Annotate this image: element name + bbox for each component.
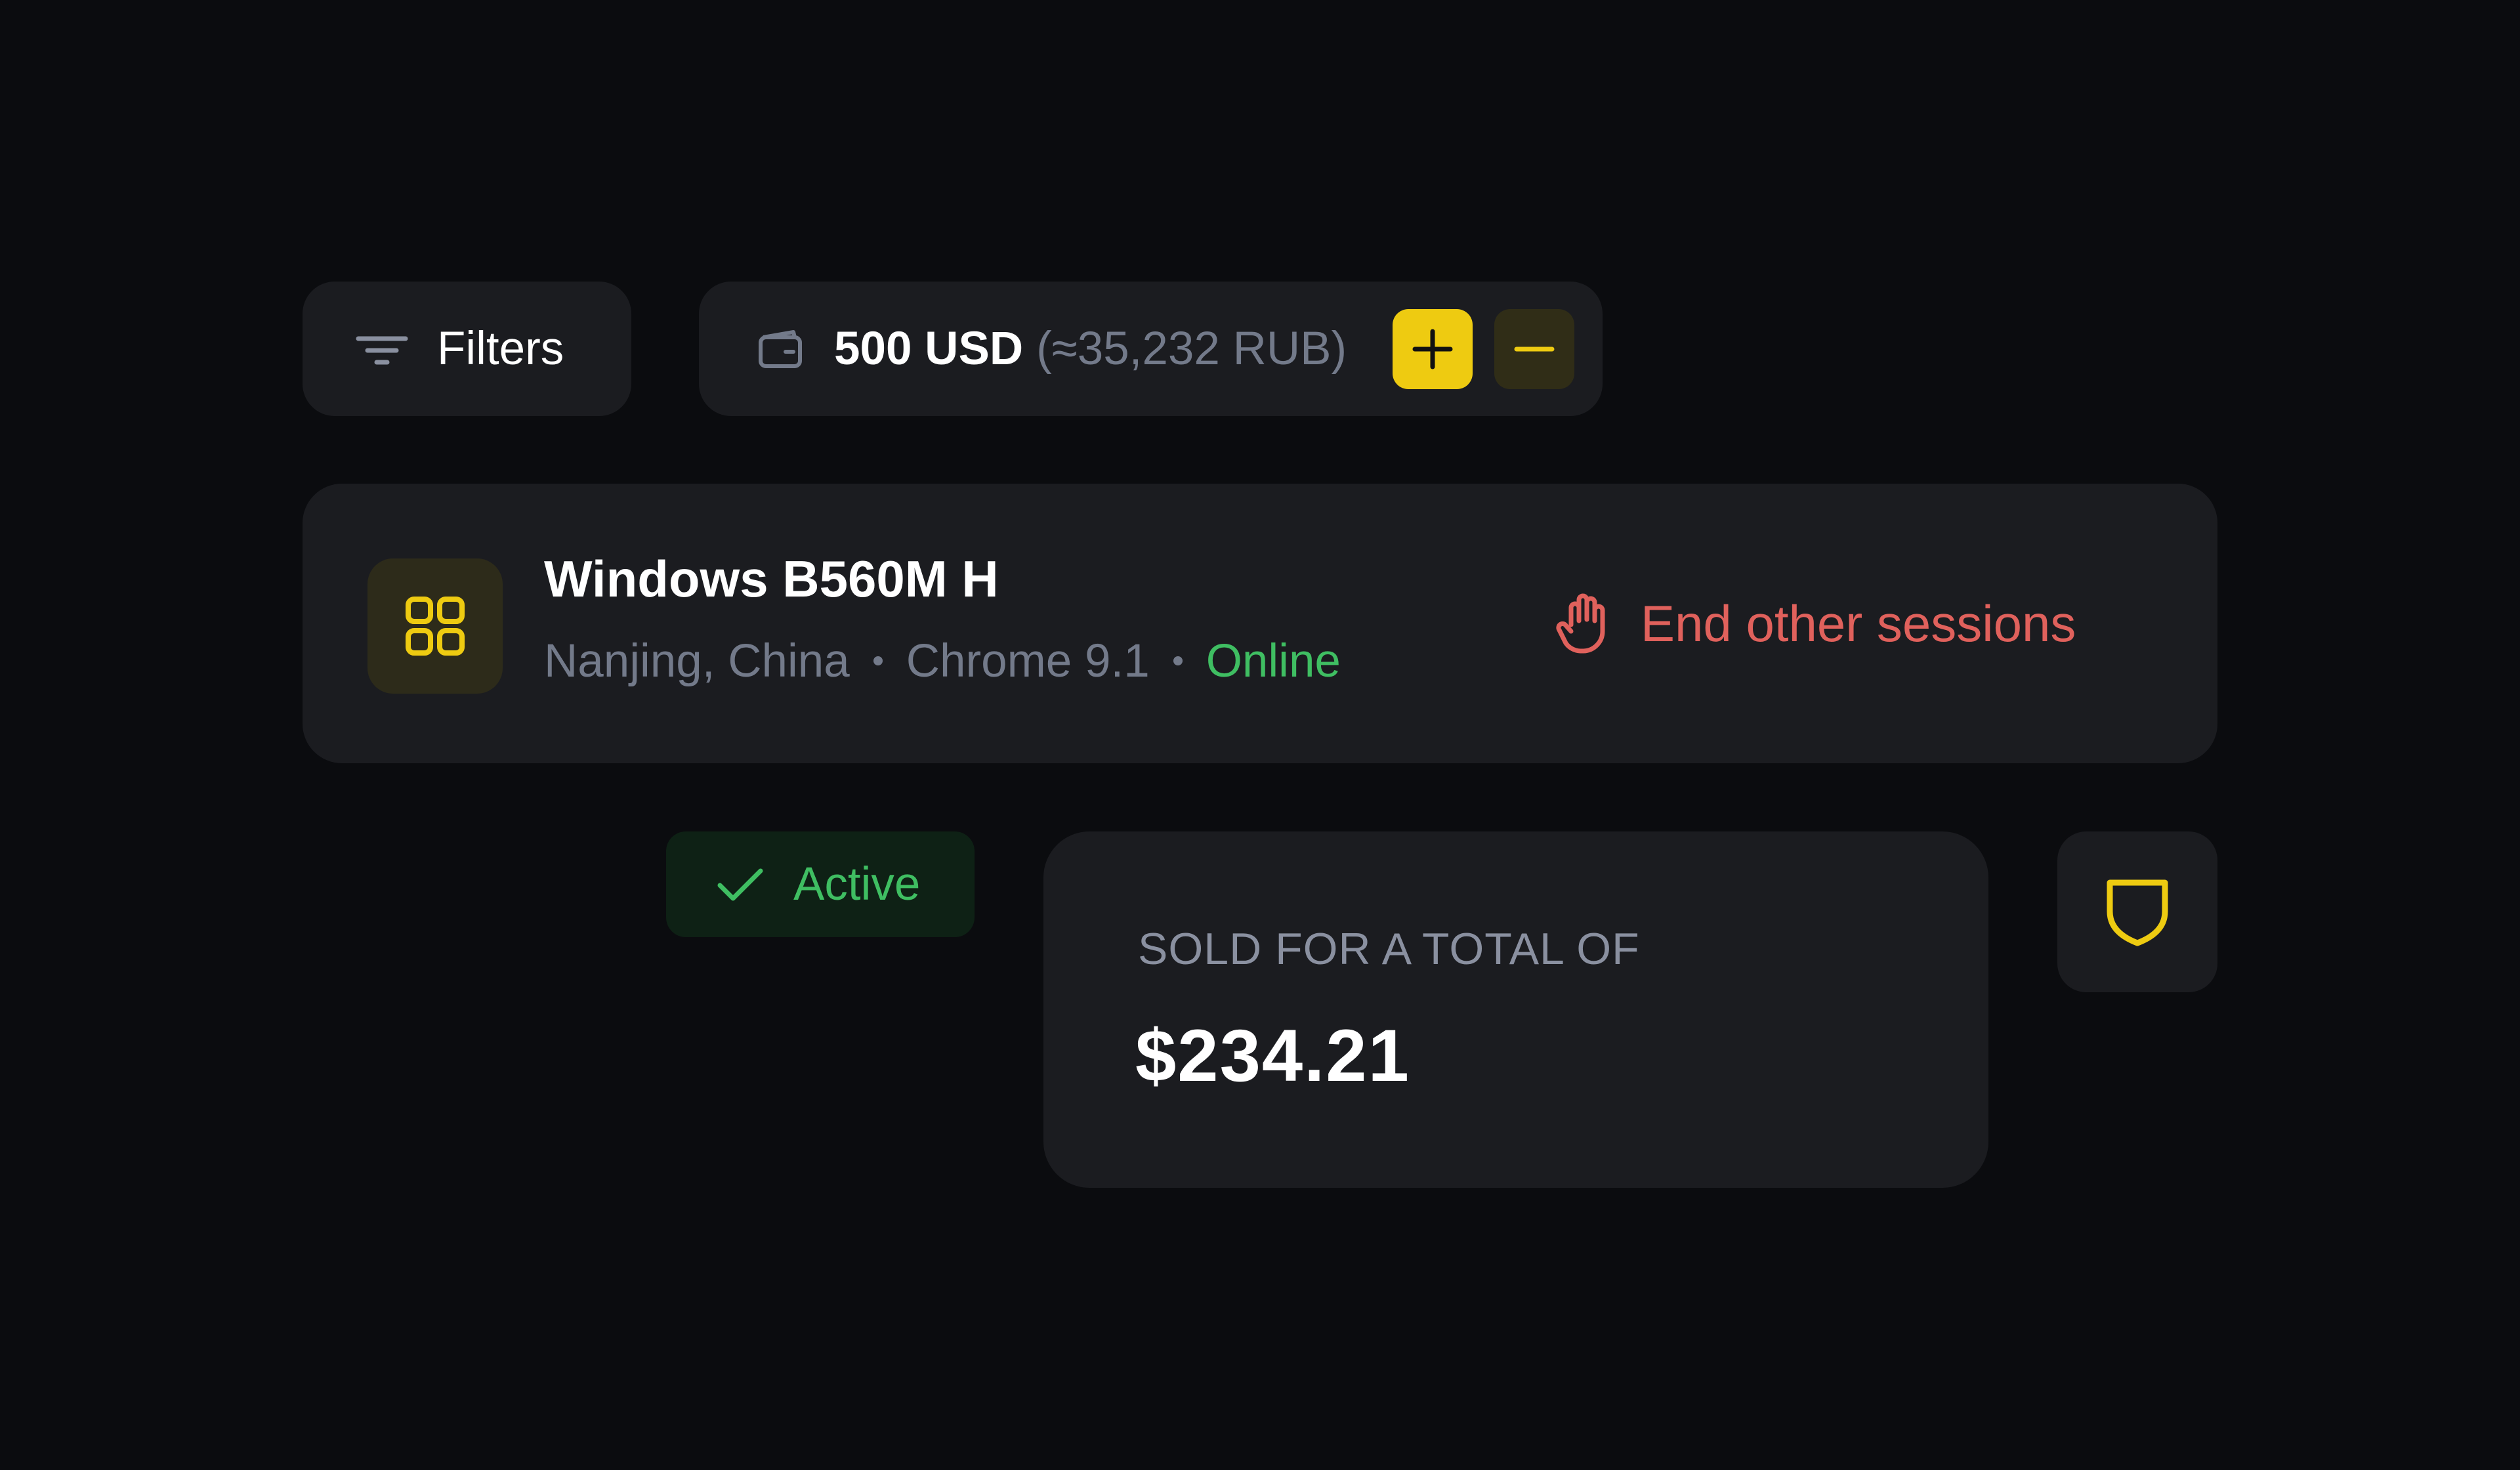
wallet-icon: [759, 330, 802, 368]
end-other-sessions-button[interactable]: End other sessions: [1555, 585, 2076, 662]
device-name: Windows B560M H: [544, 550, 999, 608]
withdraw-funds-button[interactable]: [1494, 309, 1574, 389]
shield-button[interactable]: [2057, 831, 2217, 992]
sales-card: SOLD FOR A TOTAL OF $234.21: [1043, 831, 1988, 1188]
sales-total: $234.21: [1135, 1015, 1410, 1097]
status-badge-label: Active: [793, 858, 921, 910]
minus-icon: [1514, 346, 1555, 352]
plus-icon: [1412, 329, 1453, 369]
grid-icon: [406, 597, 465, 656]
shield-icon: [2107, 879, 2168, 946]
add-funds-button[interactable]: [1393, 309, 1473, 389]
status-badge: Active: [666, 831, 975, 937]
session-card: Windows B560M H Nanjing, China Chrome 9.…: [303, 484, 2217, 763]
filters-button[interactable]: Filters: [303, 282, 631, 416]
session-browser: Chrome 9.1: [906, 635, 1150, 687]
device-icon-tile: [368, 558, 503, 694]
session-meta: Nanjing, China Chrome 9.1 Online: [544, 635, 1341, 687]
end-sessions-label: End other sessions: [1641, 594, 2076, 652]
balance-text: 500 USD (≈35,232 RUB): [834, 282, 1347, 416]
filter-lines-icon: [356, 336, 408, 365]
hand-stop-icon: [1556, 593, 1605, 654]
balance-amount: 500 USD: [834, 323, 1024, 375]
filters-label: Filters: [437, 323, 564, 375]
check-icon: [717, 868, 763, 901]
session-location: Nanjing, China: [544, 635, 850, 687]
session-status: Online: [1206, 635, 1341, 687]
sales-caption: SOLD FOR A TOTAL OF: [1138, 924, 1640, 974]
separator-dot: [873, 656, 883, 665]
separator-dot: [1173, 656, 1183, 665]
balance-converted: (≈35,232 RUB): [1036, 323, 1347, 375]
